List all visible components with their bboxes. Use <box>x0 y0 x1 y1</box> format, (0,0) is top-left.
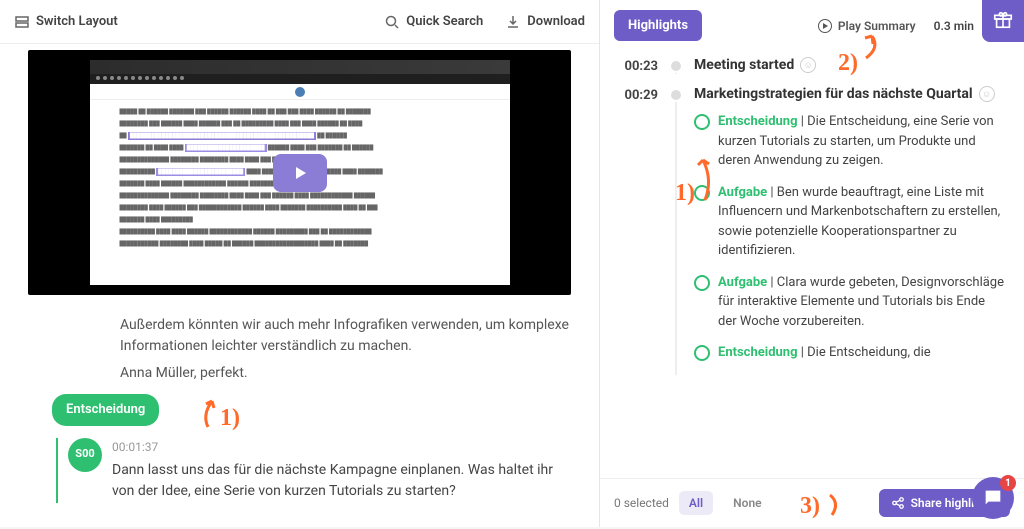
timeline-item[interactable]: Aufgabe | Clara wurde gebeten, Designvor… <box>694 273 1004 332</box>
gift-button[interactable] <box>982 0 1024 42</box>
video-bookmark-bar <box>90 74 510 84</box>
chat-support-button[interactable]: 1 <box>972 477 1014 519</box>
video-app-bar <box>90 84 510 100</box>
video-browser-bar <box>90 60 510 74</box>
timeline-row[interactable]: 00:23 Meeting started ☺ <box>614 57 1010 74</box>
selected-count: 0 selected <box>614 496 669 510</box>
chat-badge: 1 <box>1000 475 1016 491</box>
sentiment-icon: ☺ <box>800 57 816 73</box>
download-icon <box>505 14 521 30</box>
timeline-item-text: Aufgabe | Clara wurde gebeten, Designvor… <box>718 273 1004 332</box>
timeline-item[interactable]: Entscheidung | Die Entscheidung, eine Se… <box>694 112 1004 171</box>
status-circle-icon <box>694 185 710 201</box>
gift-icon <box>992 8 1014 30</box>
status-circle-icon <box>694 114 710 130</box>
play-icon <box>290 163 310 183</box>
filter-all-tab[interactable]: All <box>679 491 713 515</box>
left-panel: Switch Layout Quick Search Download <box>0 0 600 527</box>
layout-icon <box>14 14 30 30</box>
timeline-row[interactable]: 00:29 Marketingstrategien für das nächst… <box>614 86 1010 375</box>
search-icon <box>384 14 400 30</box>
transcript-line[interactable]: Anna Müller, perfekt. <box>0 363 599 384</box>
highlights-button[interactable]: Highlights <box>614 10 702 41</box>
timeline-body: 00:23 Meeting started ☺ 00:29 Marketings… <box>600 51 1024 478</box>
status-circle-icon <box>694 345 710 361</box>
status-circle-icon <box>694 275 710 291</box>
chat-icon <box>982 487 1004 509</box>
quick-search-button[interactable]: Quick Search <box>384 14 483 30</box>
share-icon <box>891 496 905 510</box>
video-player[interactable]: █████ ██ ██████ ███████ ███ ██████ █████… <box>28 50 571 295</box>
timeline-item[interactable]: Entscheidung | Die Entscheidung, die <box>694 343 1004 363</box>
timeline-dot-icon <box>671 61 681 71</box>
switch-layout-button[interactable]: Switch Layout <box>14 14 118 30</box>
summary-duration: 0.3 min <box>934 19 974 33</box>
highlights-footer: 0 selected All None Share highlights <box>600 478 1024 527</box>
timeline-item-text: Entscheidung | Die Entscheidung, eine Se… <box>718 112 1004 171</box>
transcript-entry[interactable]: S00 00:01:37 Dann lasst uns das für die … <box>0 434 599 503</box>
highlights-header: Highlights Play Summary 0.3 min <box>600 0 1024 51</box>
toolbar: Switch Layout Quick Search Download <box>0 0 599 44</box>
play-summary-button[interactable]: Play Summary <box>818 19 916 33</box>
timeline-timestamp: 00:23 <box>614 57 658 74</box>
play-button[interactable] <box>273 154 327 192</box>
sentiment-icon: ☺ <box>979 86 995 102</box>
transcript-tag[interactable]: Entscheidung <box>52 394 159 426</box>
timeline-timestamp: 00:29 <box>614 86 658 375</box>
timeline-item[interactable]: Aufgabe | Ben wurde beauftragt, eine Lis… <box>694 183 1004 261</box>
timeline-title: Meeting started <box>694 57 794 73</box>
transcript-line[interactable]: Außerdem könnten wir auch mehr Infografi… <box>0 315 599 357</box>
download-button[interactable]: Download <box>505 14 585 30</box>
filter-none-tab[interactable]: None <box>723 491 771 515</box>
download-label: Download <box>527 14 585 29</box>
entry-timestamp: 00:01:37 <box>112 438 573 456</box>
transcript-area: Außerdem könnten wir auch mehr Infografi… <box>0 301 599 503</box>
timeline-dot-icon <box>671 90 681 100</box>
entry-text: Dann lasst uns das für die nächste Kampa… <box>112 460 573 503</box>
transcript-tag-box: Entscheidung <box>52 394 599 426</box>
timeline-item-text: Aufgabe | Ben wurde beauftragt, eine Lis… <box>718 183 1004 261</box>
timeline-title: Marketingstrategien für das nächste Quar… <box>694 86 973 102</box>
play-summary-icon <box>818 19 832 33</box>
switch-layout-label: Switch Layout <box>36 14 118 29</box>
quick-search-label: Quick Search <box>406 14 483 29</box>
timeline-item-text: Entscheidung | Die Entscheidung, die <box>718 343 1004 363</box>
play-summary-label: Play Summary <box>838 19 916 33</box>
video-avatar <box>295 87 305 97</box>
speaker-badge: S00 <box>68 438 102 472</box>
right-panel: Highlights Play Summary 0.3 min 00:23 Me… <box>600 0 1024 527</box>
